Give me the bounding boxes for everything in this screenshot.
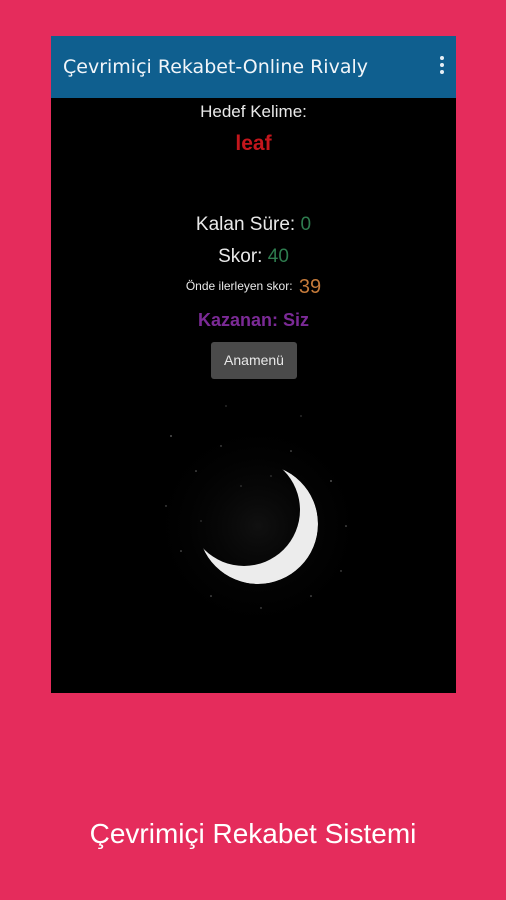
overflow-menu-icon[interactable] xyxy=(438,56,446,78)
leading-score-row: Önde ilerleyen skor: 39 xyxy=(51,276,456,299)
score-value: 40 xyxy=(267,246,289,267)
app-bar: Çevrimiçi Rekabet-Online Rivaly xyxy=(51,36,456,98)
target-word: leaf xyxy=(235,132,272,155)
score-row: Skor: 40 xyxy=(51,246,456,268)
promo-caption: Çevrimiçi Rekabet Sistemi xyxy=(89,818,417,849)
remaining-time-label: Kalan Süre: xyxy=(195,214,296,235)
score-label: Skor: xyxy=(218,246,263,267)
app-title: Çevrimiçi Rekabet-Online Rivaly xyxy=(63,56,368,78)
winner-text: Kazanan: Siz xyxy=(197,310,310,330)
remaining-time-value: 0 xyxy=(300,214,312,235)
target-word-label: Hedef Kelime: xyxy=(200,102,307,121)
app-screen: Çevrimiçi Rekabet-Online Rivaly Hedef Ke… xyxy=(51,36,456,693)
remaining-time-row: Kalan Süre: 0 xyxy=(51,214,456,236)
main-menu-button[interactable]: Anamenü xyxy=(211,342,297,379)
leading-score-label: Önde ilerleyen skor: xyxy=(185,279,293,293)
crescent-moon-icon xyxy=(146,405,370,626)
leading-score-value: 39 xyxy=(298,276,322,298)
